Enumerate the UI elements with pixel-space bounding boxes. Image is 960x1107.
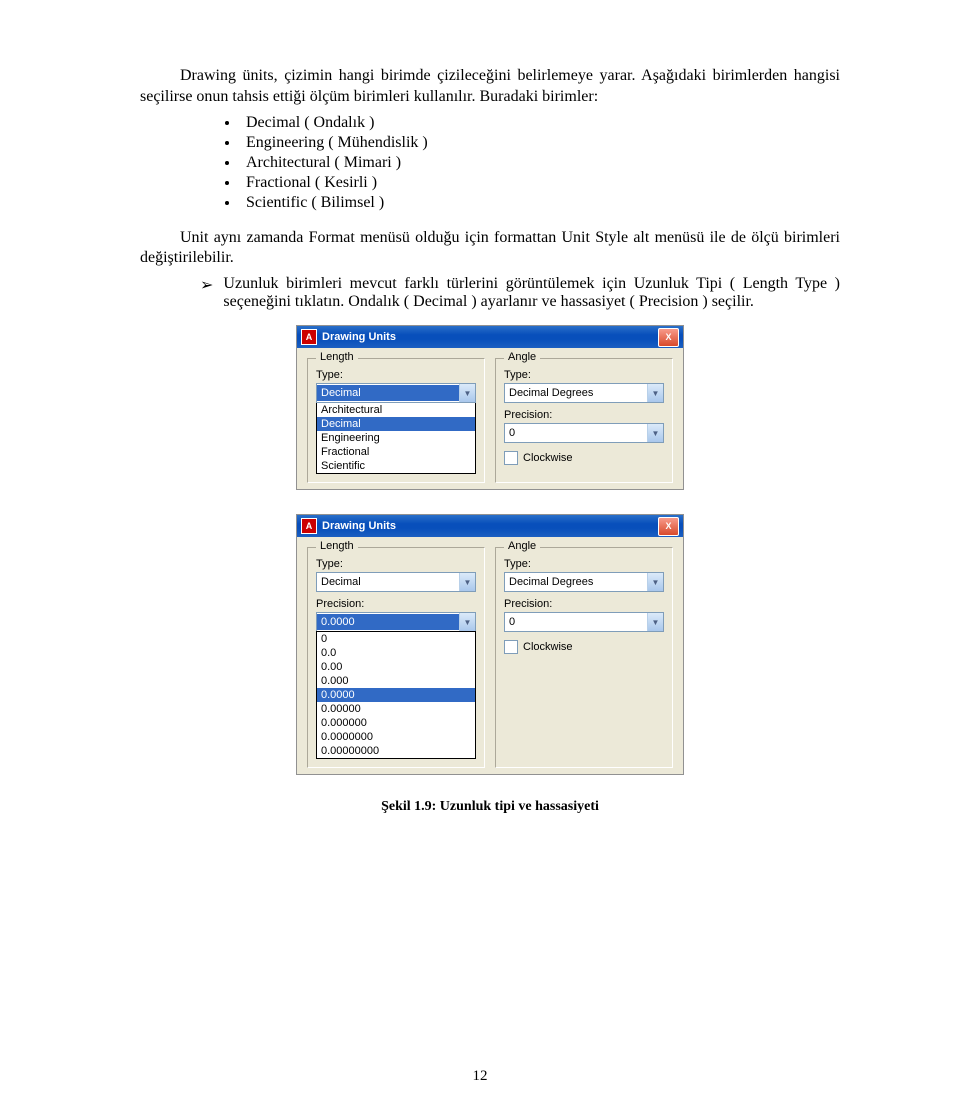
dialog-body: Length Type: Decimal ▼ Precision: 0.0000… — [297, 537, 683, 774]
length-precision-value: 0.0000 — [317, 614, 459, 630]
bullet-scientific: Scientific ( Bilimsel ) — [240, 194, 840, 212]
precision-option-6[interactable]: 0.000000 — [317, 716, 475, 730]
instruction-list: ➢ Uzunluk birimleri mevcut farklı türler… — [200, 275, 840, 311]
length-group: Length Type: Decimal ▼ Architectural Dec… — [307, 358, 485, 483]
chevron-down-icon[interactable]: ▼ — [647, 424, 663, 442]
length-type-value: Decimal — [317, 576, 459, 588]
angle-group: Angle Type: Decimal Degrees ▼ Precision:… — [495, 358, 673, 483]
angle-type-select[interactable]: Decimal Degrees ▼ — [504, 383, 664, 403]
precision-option-2[interactable]: 0.00 — [317, 660, 475, 674]
clockwise-checkbox[interactable] — [504, 451, 518, 465]
length-type-label: Type: — [316, 369, 476, 381]
intro-paragraph: Drawing ünits, çizimin hangi birimde çiz… — [140, 66, 840, 108]
length-precision-options[interactable]: 0 0.0 0.00 0.000 0.0000 0.00000 0.000000… — [316, 631, 476, 759]
precision-option-7[interactable]: 0.0000000 — [317, 730, 475, 744]
groups-row: Length Type: Decimal ▼ Architectural Dec… — [307, 358, 673, 483]
dialog-title: Drawing Units — [322, 520, 396, 532]
angle-precision-value: 0 — [505, 427, 647, 439]
units-bullet-list: Decimal ( Ondalık ) Engineering ( Mühend… — [240, 114, 840, 212]
precision-option-4[interactable]: 0.0000 — [317, 688, 475, 702]
titlebar-left: A Drawing Units — [301, 518, 396, 534]
length-group: Length Type: Decimal ▼ Precision: 0.0000… — [307, 547, 485, 768]
bullet-fractional: Fractional ( Kesirli ) — [240, 174, 840, 192]
instruction-item: ➢ Uzunluk birimleri mevcut farklı türler… — [200, 275, 840, 311]
angle-type-select[interactable]: Decimal Degrees ▼ — [504, 572, 664, 592]
clockwise-label: Clockwise — [523, 641, 573, 653]
dialog-titlebar[interactable]: A Drawing Units X — [297, 326, 683, 348]
clockwise-label: Clockwise — [523, 452, 573, 464]
dialog-titlebar[interactable]: A Drawing Units X — [297, 515, 683, 537]
clockwise-row[interactable]: Clockwise — [504, 451, 664, 465]
precision-option-8[interactable]: 0.00000000 — [317, 744, 475, 758]
length-precision-select[interactable]: 0.0000 ▼ — [316, 612, 476, 632]
chevron-down-icon[interactable]: ▼ — [647, 384, 663, 402]
type-option-architectural[interactable]: Architectural — [317, 403, 475, 417]
length-type-label: Type: — [316, 558, 476, 570]
angle-type-label: Type: — [504, 369, 664, 381]
angle-precision-select[interactable]: 0 ▼ — [504, 612, 664, 632]
type-option-scientific[interactable]: Scientific — [317, 459, 475, 473]
type-option-fractional[interactable]: Fractional — [317, 445, 475, 459]
chevron-down-icon[interactable]: ▼ — [459, 613, 475, 631]
precision-option-5[interactable]: 0.00000 — [317, 702, 475, 716]
close-icon[interactable]: X — [658, 328, 679, 347]
arrow-icon: ➢ — [200, 275, 213, 295]
drawing-units-dialog-precision: A Drawing Units X Length Type: Decimal ▼… — [296, 514, 684, 775]
length-type-value: Decimal — [317, 385, 459, 401]
angle-precision-label: Precision: — [504, 409, 664, 421]
clockwise-row[interactable]: Clockwise — [504, 640, 664, 654]
groups-row: Length Type: Decimal ▼ Precision: 0.0000… — [307, 547, 673, 768]
length-type-options[interactable]: Architectural Decimal Engineering Fracti… — [316, 402, 476, 474]
type-option-engineering[interactable]: Engineering — [317, 431, 475, 445]
chevron-down-icon[interactable]: ▼ — [459, 573, 475, 591]
type-option-decimal[interactable]: Decimal — [317, 417, 475, 431]
precision-option-0[interactable]: 0 — [317, 632, 475, 646]
dialog-app-icon: A — [301, 518, 317, 534]
length-type-select[interactable]: Decimal ▼ — [316, 383, 476, 403]
precision-option-3[interactable]: 0.000 — [317, 674, 475, 688]
close-icon[interactable]: X — [658, 517, 679, 536]
length-group-label: Length — [316, 351, 358, 363]
angle-precision-label: Precision: — [504, 598, 664, 610]
angle-group-label: Angle — [504, 351, 540, 363]
drawing-units-dialog-type: A Drawing Units X Length Type: Decimal ▼… — [296, 325, 684, 490]
angle-type-value: Decimal Degrees — [505, 387, 647, 399]
page: Drawing ünits, çizimin hangi birimde çiz… — [0, 0, 960, 1107]
dialog-title: Drawing Units — [322, 331, 396, 343]
format-menu-paragraph: Unit aynı zamanda Format menüsü olduğu i… — [140, 228, 840, 270]
angle-group: Angle Type: Decimal Degrees ▼ Precision:… — [495, 547, 673, 768]
bullet-decimal: Decimal ( Ondalık ) — [240, 114, 840, 132]
angle-type-label: Type: — [504, 558, 664, 570]
bullet-architectural: Architectural ( Mimari ) — [240, 154, 840, 172]
angle-group-label: Angle — [504, 540, 540, 552]
instruction-text: Uzunluk birimleri mevcut farklı türlerin… — [223, 275, 840, 311]
chevron-down-icon[interactable]: ▼ — [647, 613, 663, 631]
length-type-select[interactable]: Decimal ▼ — [316, 572, 476, 592]
bullet-engineering: Engineering ( Mühendislik ) — [240, 134, 840, 152]
clockwise-checkbox[interactable] — [504, 640, 518, 654]
chevron-down-icon[interactable]: ▼ — [459, 384, 475, 402]
length-group-label: Length — [316, 540, 358, 552]
titlebar-left: A Drawing Units — [301, 329, 396, 345]
angle-precision-value: 0 — [505, 616, 647, 628]
angle-type-value: Decimal Degrees — [505, 576, 647, 588]
dialog-body: Length Type: Decimal ▼ Architectural Dec… — [297, 348, 683, 489]
precision-option-1[interactable]: 0.0 — [317, 646, 475, 660]
dialog-app-icon: A — [301, 329, 317, 345]
angle-precision-select[interactable]: 0 ▼ — [504, 423, 664, 443]
page-number: 12 — [0, 1068, 960, 1085]
chevron-down-icon[interactable]: ▼ — [647, 573, 663, 591]
length-precision-label: Precision: — [316, 598, 476, 610]
figure-caption: Şekil 1.9: Uzunluk tipi ve hassasiyeti — [140, 799, 840, 815]
